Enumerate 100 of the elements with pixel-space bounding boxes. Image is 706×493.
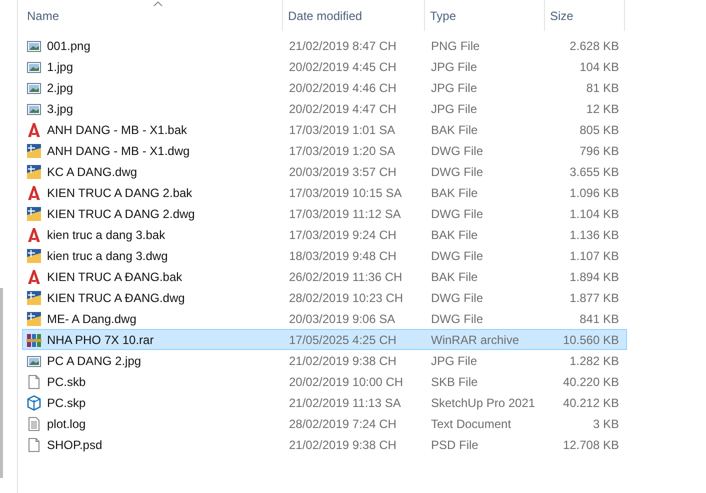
file-type: BAK File	[431, 122, 478, 136]
file-size: 1.107 KB	[570, 248, 619, 262]
file-type: DWG File	[431, 144, 483, 158]
file-size: 1.136 KB	[570, 228, 619, 242]
file-size: 841 KB	[580, 312, 619, 326]
file-row[interactable]: KIEN TRUC A ĐANG.bak 26/02/2019 11:36 CH BAK File 1.894 KB	[22, 266, 627, 287]
drawing-file-icon	[26, 290, 42, 306]
file-row[interactable]: KIEN TRUC A DANG 2.dwg 17/03/2019 11:12 SA DWG File 1.104 KB	[22, 203, 627, 224]
date-modified: 20/02/2019 4:46 CH	[289, 80, 396, 94]
file-row[interactable]: kien truc a dang 3.bak 17/03/2019 9:24 CH BAK File 1.136 KB	[22, 224, 627, 245]
drawing-file-icon	[26, 248, 42, 264]
file-row[interactable]: KC A DANG.dwg 20/03/2019 3:57 CH DWG File 3.655 KB	[22, 161, 627, 182]
file-type: PSD File	[431, 438, 478, 452]
archive-books-icon	[26, 332, 42, 348]
date-modified: 28/02/2019 10:23 CH	[289, 290, 404, 304]
file-size: 1.894 KB	[570, 270, 619, 284]
letter-a-icon	[26, 268, 42, 284]
column-header[interactable]: Size	[545, 0, 625, 31]
file-type: DWG File	[431, 312, 483, 326]
file-name: KIEN TRUC A ĐANG.bak	[47, 270, 182, 284]
date-modified: 21/02/2019 8:47 CH	[289, 38, 396, 52]
date-modified: 20/03/2019 3:57 CH	[289, 164, 396, 178]
file-name: PC A DANG 2.jpg	[47, 354, 142, 368]
file-size: 12 KB	[586, 102, 619, 116]
file-row[interactable]: 3.jpg 20/02/2019 4:47 CH JPG File 12 KB	[22, 98, 627, 119]
file-name: KIEN TRUC A DANG 2.dwg	[47, 206, 195, 220]
date-modified: 20/02/2019 10:00 CH	[289, 374, 404, 388]
file-name: SHOP.psd	[47, 438, 102, 452]
file-row[interactable]: 2.jpg 20/02/2019 4:46 CH JPG File 81 KB	[22, 77, 627, 98]
sort-caret-icon	[153, 1, 163, 7]
file-name: 3.jpg	[47, 102, 74, 116]
file-row[interactable]: PC A DANG 2.jpg 21/02/2019 9:38 CH JPG File 1.282 KB	[22, 350, 627, 371]
date-modified: 28/02/2019 7:24 CH	[289, 416, 396, 430]
file-row[interactable]: kien truc a dang 3.dwg 18/03/2019 9:48 CH DWG File 1.107 KB	[22, 245, 627, 266]
file-size: 81 KB	[586, 80, 619, 94]
file-type: JPG File	[431, 102, 478, 116]
file-size: 2.628 KB	[570, 38, 619, 52]
file-name: NHA PHO 7X 10.rar	[47, 332, 154, 346]
file-size: 40.220 KB	[562, 374, 619, 388]
file-type: DWG File	[431, 206, 483, 220]
cube-icon	[26, 394, 42, 410]
file-type: JPG File	[431, 80, 478, 94]
date-modified: 21/02/2019 9:38 CH	[289, 438, 396, 452]
column-header[interactable]: Date modified	[283, 0, 425, 31]
file-row[interactable]: ANH DANG - MB - X1.bak 17/03/2019 1:01 SA BAK File 805 KB	[22, 119, 627, 140]
file-row[interactable]: 1.jpg 20/02/2019 4:45 CH JPG File 104 KB	[22, 56, 627, 77]
file-row[interactable]: 001.png 21/02/2019 8:47 CH PNG File 2.628 KB	[22, 35, 627, 56]
file-name: KC A DANG.dwg	[47, 164, 138, 178]
drawing-file-icon	[26, 164, 42, 180]
file-size: 3 KB	[592, 416, 619, 430]
file-size: 40.212 KB	[562, 396, 619, 410]
file-name: kien truc a dang 3.dwg	[47, 248, 168, 262]
file-row[interactable]: PC.skp 21/02/2019 11:13 SA SketchUp Pro 2021 40.212 KB	[22, 392, 627, 413]
file-row[interactable]: ME- A Dang.dwg 20/03/2019 9:06 SA DWG File 841 KB	[22, 308, 627, 329]
file-type: DWG File	[431, 164, 483, 178]
letter-a-icon	[26, 122, 42, 138]
file-row[interactable]: NHA PHO 7X 10.rar 17/05/2025 4:25 CH WinRAR archive 10.560 KB	[22, 329, 627, 350]
blank-file-icon	[26, 374, 42, 390]
file-name: ANH DANG - MB - X1.bak	[47, 122, 188, 136]
file-row[interactable]: KIEN TRUC A DANG 2.bak 17/03/2019 10:15 SA BAK File 1.096 KB	[22, 182, 627, 203]
file-type: WinRAR archive	[431, 332, 520, 346]
file-type: BAK File	[431, 228, 478, 242]
file-row[interactable]: PC.skb 20/02/2019 10:00 CH SKB File 40.220 KB	[22, 371, 627, 392]
drawing-file-icon	[26, 310, 42, 326]
date-modified: 17/05/2025 4:25 CH	[289, 332, 396, 346]
column-header[interactable]: Type	[425, 0, 545, 31]
column-header[interactable]: Name	[22, 0, 283, 31]
drawing-file-icon	[26, 142, 42, 158]
file-type: PNG File	[431, 38, 480, 52]
letter-a-icon	[26, 184, 42, 200]
file-size: 1.877 KB	[570, 290, 619, 304]
file-size: 12.708 KB	[562, 438, 619, 452]
date-modified: 20/02/2019 4:47 CH	[289, 102, 396, 116]
file-size: 805 KB	[580, 122, 619, 136]
file-name: 1.jpg	[47, 60, 74, 74]
file-row[interactable]: SHOP.psd 21/02/2019 9:38 CH PSD File 12.708 KB	[22, 434, 627, 455]
file-type: BAK File	[431, 186, 478, 200]
file-row[interactable]: KIEN TRUC A ĐANG.dwg 28/02/2019 10:23 CH DWG File 1.877 KB	[22, 287, 627, 308]
file-size: 1.282 KB	[570, 354, 619, 368]
date-modified: 18/03/2019 9:48 CH	[289, 248, 396, 262]
date-modified: 20/02/2019 4:45 CH	[289, 60, 396, 74]
file-size: 3.655 KB	[570, 164, 619, 178]
file-type: DWG File	[431, 248, 483, 262]
date-modified: 17/03/2019 1:01 SA	[289, 122, 396, 136]
file-name: ME- A Dang.dwg	[47, 312, 136, 326]
blank-file-icon	[26, 436, 42, 452]
file-name: PC.skp	[47, 396, 86, 410]
date-modified: 26/02/2019 11:36 CH	[289, 270, 402, 284]
file-name: 2.jpg	[47, 80, 74, 94]
file-name: KIEN TRUC A ĐANG.dwg	[47, 290, 185, 304]
file-name: kien truc a dang 3.bak	[47, 228, 166, 242]
file-row[interactable]: plot.log 28/02/2019 7:24 CH Text Document 3 KB	[22, 413, 627, 434]
file-type: JPG File	[431, 60, 478, 74]
file-size: 104 KB	[580, 60, 619, 74]
file-type: SKB File	[431, 374, 478, 388]
file-row[interactable]: ANH DANG - MB - X1.dwg 17/03/2019 1:20 SA DWG File 796 KB	[22, 140, 627, 161]
date-modified: 17/03/2019 11:12 SA	[289, 206, 401, 220]
drawing-file-icon	[26, 206, 42, 222]
file-size: 1.104 KB	[570, 206, 619, 220]
file-size: 10.560 KB	[562, 332, 619, 346]
